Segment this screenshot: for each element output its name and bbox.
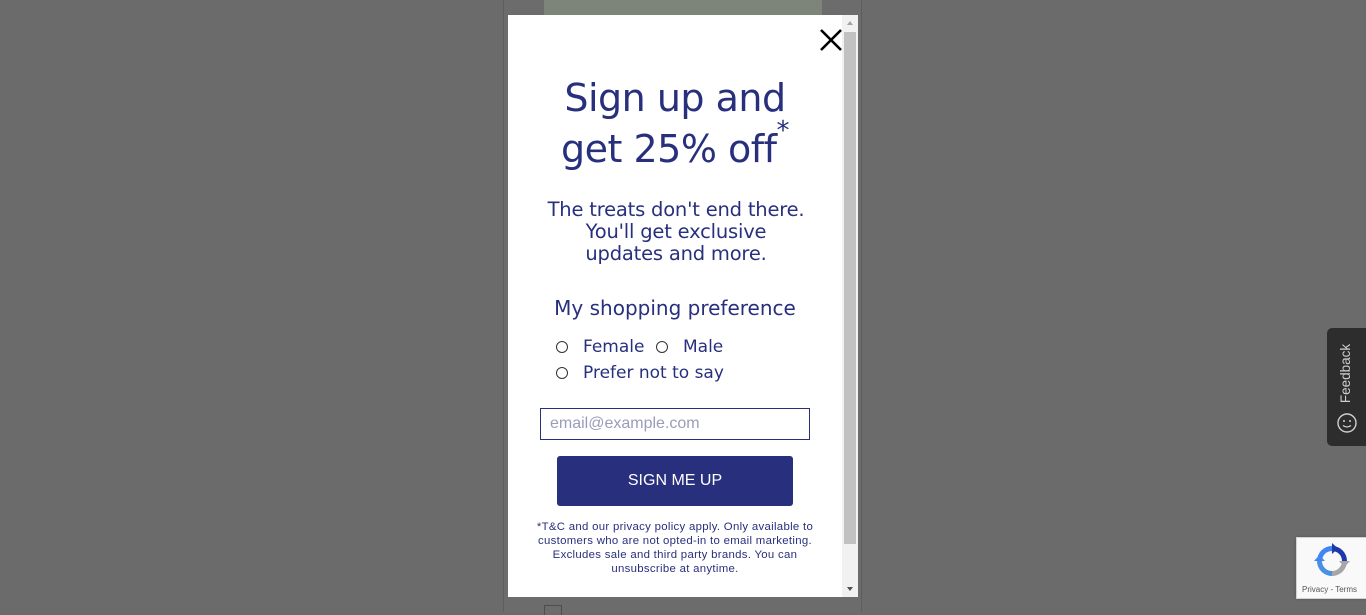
scroll-up-arrow-icon xyxy=(847,21,853,25)
background-banner xyxy=(544,0,822,15)
radio-male[interactable] xyxy=(656,341,668,353)
option-label[interactable]: Prefer not to say xyxy=(583,363,724,383)
scroll-up-button[interactable] xyxy=(842,15,858,31)
sign-me-up-button[interactable]: SIGN ME UP xyxy=(557,456,793,506)
modal-subtitle: The treats don't end there. You'll get e… xyxy=(526,199,826,265)
recaptcha-links: Privacy - Terms xyxy=(1302,585,1364,594)
signup-modal: Sign up and get 25% off* The treats don'… xyxy=(508,15,858,597)
scroll-down-button[interactable] xyxy=(842,581,858,597)
radio-female[interactable] xyxy=(556,341,568,353)
close-icon xyxy=(820,29,842,51)
background-checkbox xyxy=(544,605,562,615)
scroll-thumb[interactable] xyxy=(844,32,856,544)
recaptcha-badge[interactable]: Privacy - Terms xyxy=(1296,537,1366,599)
preference-heading: My shopping preference xyxy=(554,296,796,320)
radio-prefer-not-to-say[interactable] xyxy=(556,367,568,379)
email-input[interactable] xyxy=(540,408,810,440)
subtitle-line: The treats don't end there. xyxy=(547,198,805,221)
modal-content: Sign up and get 25% off* The treats don'… xyxy=(508,15,842,597)
title-line-2-text: get 25% off xyxy=(560,127,777,171)
title-line-2: get 25% off* xyxy=(508,118,842,175)
title-line-1: Sign up and xyxy=(564,76,786,120)
option-label[interactable]: Male xyxy=(683,337,723,357)
subtitle-line: updates and more. xyxy=(585,242,767,265)
terms-fine-print: *T&C and our privacy policy apply. Only … xyxy=(536,521,814,575)
subtitle-line: You'll get exclusive xyxy=(585,220,767,243)
smiley-icon xyxy=(1337,413,1357,433)
scroll-down-arrow-icon xyxy=(847,587,853,591)
feedback-label: Feedback xyxy=(1338,343,1354,403)
modal-scrollbar[interactable] xyxy=(842,15,858,597)
recaptcha-terms-link[interactable]: Terms xyxy=(1335,585,1357,594)
feedback-label-wrap: Feedback xyxy=(1331,340,1361,406)
title-asterisk: * xyxy=(776,116,790,146)
recaptcha-privacy-link[interactable]: Privacy xyxy=(1302,585,1328,594)
feedback-tab[interactable]: Feedback xyxy=(1327,328,1366,446)
modal-title: Sign up and get 25% off* xyxy=(508,73,842,175)
option-prefer-not-to-say[interactable]: Prefer not to say xyxy=(556,363,724,383)
option-female[interactable]: Female xyxy=(556,337,644,357)
close-button[interactable] xyxy=(818,27,842,53)
option-label[interactable]: Female xyxy=(583,337,644,357)
option-male[interactable]: Male xyxy=(656,337,723,357)
recaptcha-logo-icon xyxy=(1314,543,1350,576)
